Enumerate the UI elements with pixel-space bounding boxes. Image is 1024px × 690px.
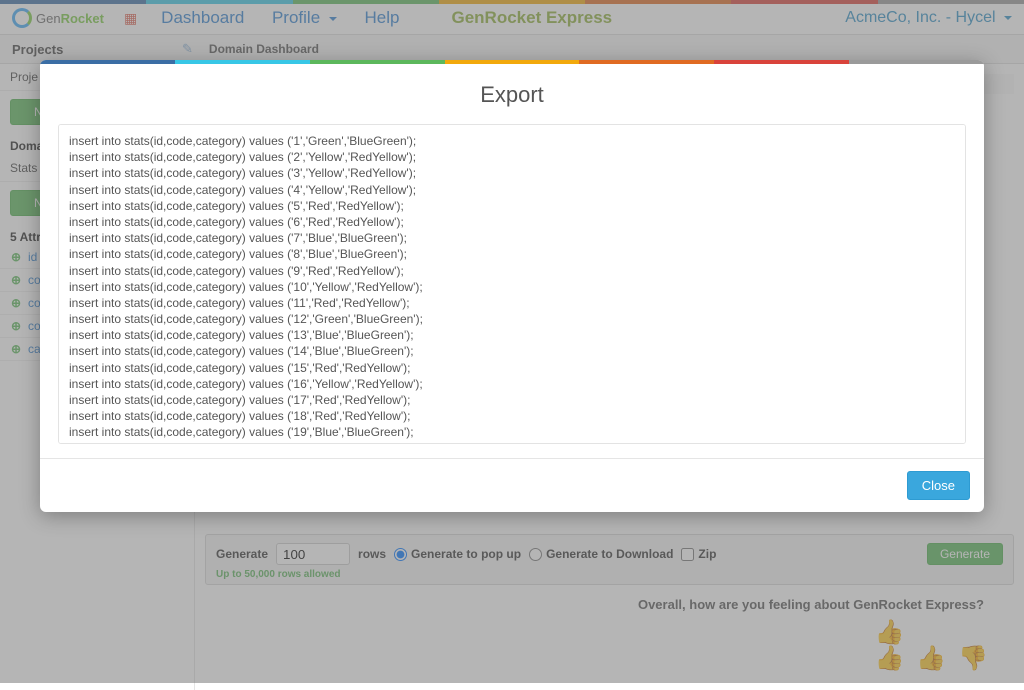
export-line: insert into stats(id,code,category) valu…	[69, 263, 955, 279]
export-line: insert into stats(id,code,category) valu…	[69, 408, 955, 424]
export-textarea[interactable]: insert into stats(id,code,category) valu…	[58, 124, 966, 444]
export-line: insert into stats(id,code,category) valu…	[69, 343, 955, 359]
export-line: insert into stats(id,code,category) valu…	[69, 441, 955, 444]
export-line: insert into stats(id,code,category) valu…	[69, 327, 955, 343]
export-line: insert into stats(id,code,category) valu…	[69, 279, 955, 295]
export-line: insert into stats(id,code,category) valu…	[69, 376, 955, 392]
export-line: insert into stats(id,code,category) valu…	[69, 182, 955, 198]
export-modal: Export insert into stats(id,code,categor…	[40, 60, 984, 512]
export-line: insert into stats(id,code,category) valu…	[69, 311, 955, 327]
export-line: insert into stats(id,code,category) valu…	[69, 360, 955, 376]
export-line: insert into stats(id,code,category) valu…	[69, 295, 955, 311]
export-line: insert into stats(id,code,category) valu…	[69, 424, 955, 440]
export-line: insert into stats(id,code,category) valu…	[69, 149, 955, 165]
modal-rainbow	[40, 60, 984, 64]
export-line: insert into stats(id,code,category) valu…	[69, 165, 955, 181]
export-line: insert into stats(id,code,category) valu…	[69, 198, 955, 214]
export-line: insert into stats(id,code,category) valu…	[69, 246, 955, 262]
modal-footer: Close	[40, 458, 984, 512]
export-line: insert into stats(id,code,category) valu…	[69, 392, 955, 408]
export-line: insert into stats(id,code,category) valu…	[69, 214, 955, 230]
close-button[interactable]: Close	[907, 471, 970, 500]
modal-title: Export	[40, 64, 984, 116]
export-line: insert into stats(id,code,category) valu…	[69, 230, 955, 246]
export-line: insert into stats(id,code,category) valu…	[69, 133, 955, 149]
modal-overlay[interactable]: Export insert into stats(id,code,categor…	[0, 0, 1024, 683]
